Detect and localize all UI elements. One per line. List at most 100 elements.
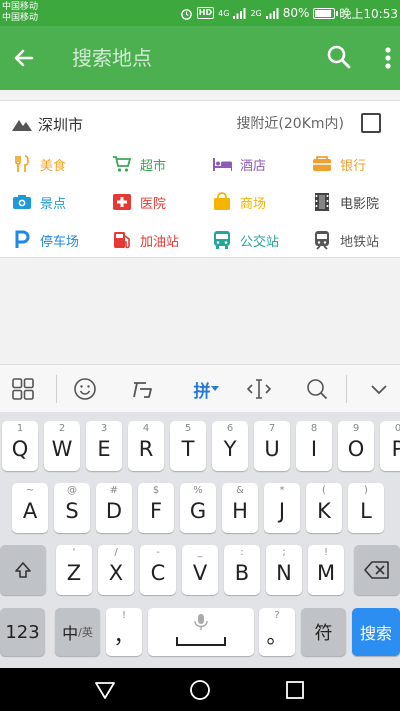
period-key-label: 。: [266, 624, 288, 648]
letter-key[interactable]: :B: [224, 545, 260, 595]
letter-key[interactable]: $ F: [138, 483, 174, 533]
category-item[interactable]: 银行: [312, 149, 400, 179]
cursor-button[interactable]: [244, 374, 274, 404]
shift-key[interactable]: [0, 545, 46, 595]
letter-key[interactable]: & H: [222, 483, 258, 533]
key-secondary-label: !: [323, 547, 328, 558]
category-item[interactable]: 美食: [12, 149, 112, 179]
category-item[interactable]: 公交站: [212, 225, 312, 255]
letter-key[interactable]: 0P: [380, 421, 400, 471]
category-item[interactable]: 超市: [112, 149, 212, 179]
battery-percent: 80%: [282, 6, 310, 20]
recents-square-icon[interactable]: [283, 678, 307, 702]
key-primary-label: E: [97, 437, 111, 461]
category-item[interactable]: 商场: [212, 187, 312, 217]
letter-key[interactable]: ! M: [308, 545, 344, 595]
category-item[interactable]: 景点: [12, 187, 112, 217]
letter-key[interactable]: 4R: [128, 421, 164, 471]
lang-sub-label: /英: [78, 626, 93, 639]
period-key[interactable]: ? 。: [259, 608, 295, 656]
letter-key[interactable]: (K: [306, 483, 342, 533]
category-label: 停车场: [40, 234, 80, 250]
letter-key[interactable]: _ V: [182, 545, 218, 595]
letter-key[interactable]: / X: [98, 545, 134, 595]
key-secondary-label: #: [109, 485, 119, 496]
key-secondary-label: $: [152, 485, 160, 496]
letter-key[interactable]: 2W: [44, 421, 80, 471]
search-input[interactable]: [72, 40, 312, 76]
key-secondary-label: -: [156, 547, 160, 558]
language-switch-key[interactable]: 中 /英: [55, 608, 100, 656]
key-primary-label: I: [310, 437, 318, 461]
shopping-bag-icon: [214, 192, 230, 210]
back-triangle-icon[interactable]: [93, 678, 117, 702]
city-selector[interactable]: 深圳市: [12, 113, 83, 135]
grid-icon: [12, 378, 34, 400]
key-primary-label: M: [316, 561, 336, 585]
letter-key[interactable]: ) L: [348, 483, 384, 533]
bus-icon: [214, 231, 230, 249]
letter-key[interactable]: @ S: [54, 483, 90, 533]
key-primary-label: K: [317, 499, 331, 523]
key-secondary-label: /: [114, 547, 118, 558]
back-arrow-icon[interactable]: [8, 42, 40, 74]
symbol-key[interactable]: 符: [301, 608, 346, 656]
letter-key[interactable]: -C: [140, 545, 176, 595]
category-item[interactable]: 酒店: [212, 149, 312, 179]
category-item[interactable]: 加油站: [112, 225, 212, 255]
hd-badge: HD: [196, 7, 215, 19]
nearby-checkbox[interactable]: [361, 113, 381, 133]
letter-key[interactable]: # D: [96, 483, 132, 533]
letter-key[interactable]: 3E: [86, 421, 122, 471]
letter-key[interactable]: 8I: [296, 421, 332, 471]
search-key[interactable]: 搜索: [352, 608, 400, 656]
category-item[interactable]: 地铁站: [312, 225, 400, 255]
search-options-panel: 深圳市 搜附近(20Km内) 美食 超市 酒店 银行 景点 医院 商场 电影院 停车场 加油站 公交…: [0, 100, 400, 258]
signal-icon-1: [233, 8, 246, 19]
letter-key[interactable]: ' Z: [56, 545, 92, 595]
toolbar-divider: [56, 375, 57, 403]
letter-key[interactable]: 7U: [254, 421, 290, 471]
pinyin-mode-button[interactable]: 拼: [186, 374, 226, 404]
more-vert-icon[interactable]: [378, 42, 398, 74]
letter-key[interactable]: 5T: [170, 421, 206, 471]
fork-knife-icon: [15, 155, 29, 172]
letter-key[interactable]: % G: [180, 483, 216, 533]
handwriting-button[interactable]: [128, 374, 158, 404]
category-item[interactable]: 医院: [112, 187, 212, 217]
signal-icon-2: [265, 8, 279, 19]
key-secondary-label: %: [193, 485, 203, 496]
backspace-key[interactable]: [354, 545, 400, 595]
emoji-button[interactable]: [70, 374, 100, 404]
category-label: 景点: [40, 196, 67, 212]
alarm-icon: [180, 8, 192, 20]
category-item[interactable]: 电影院: [312, 187, 400, 217]
key-primary-label: J: [278, 499, 286, 523]
search-icon[interactable]: [324, 42, 354, 72]
keyboard-search-button[interactable]: [302, 374, 332, 404]
letter-key[interactable]: ~ A: [12, 483, 48, 533]
key-secondary-label: @: [67, 485, 77, 496]
key-primary-label: B: [234, 561, 250, 585]
key-secondary-label: 1: [16, 423, 24, 434]
letter-key[interactable]: 1Q: [2, 421, 38, 471]
grid-menu-button[interactable]: [8, 374, 38, 404]
letter-key[interactable]: * J: [264, 483, 300, 533]
numbers-key[interactable]: 123: [0, 608, 45, 656]
space-key[interactable]: [148, 608, 254, 656]
letter-key[interactable]: ; N: [266, 545, 302, 595]
category-item[interactable]: 停车场: [12, 225, 112, 255]
status-icons: HD 4G 2G 80% 晚上10:53: [180, 5, 398, 21]
parking-icon: [15, 230, 30, 248]
letter-key[interactable]: 9O: [338, 421, 374, 471]
comma-key[interactable]: ! ，: [106, 608, 142, 656]
navigation-bar: [0, 668, 400, 711]
category-label: 公交站: [240, 234, 280, 250]
battery-icon: [313, 7, 339, 19]
key-secondary-label: ): [364, 485, 368, 496]
key-primary-label: P: [391, 437, 400, 461]
letter-key[interactable]: 6Y: [212, 421, 248, 471]
hide-keyboard-button[interactable]: [364, 374, 394, 404]
home-circle-icon[interactable]: [188, 678, 212, 702]
key-secondary-label: 6: [226, 423, 234, 434]
